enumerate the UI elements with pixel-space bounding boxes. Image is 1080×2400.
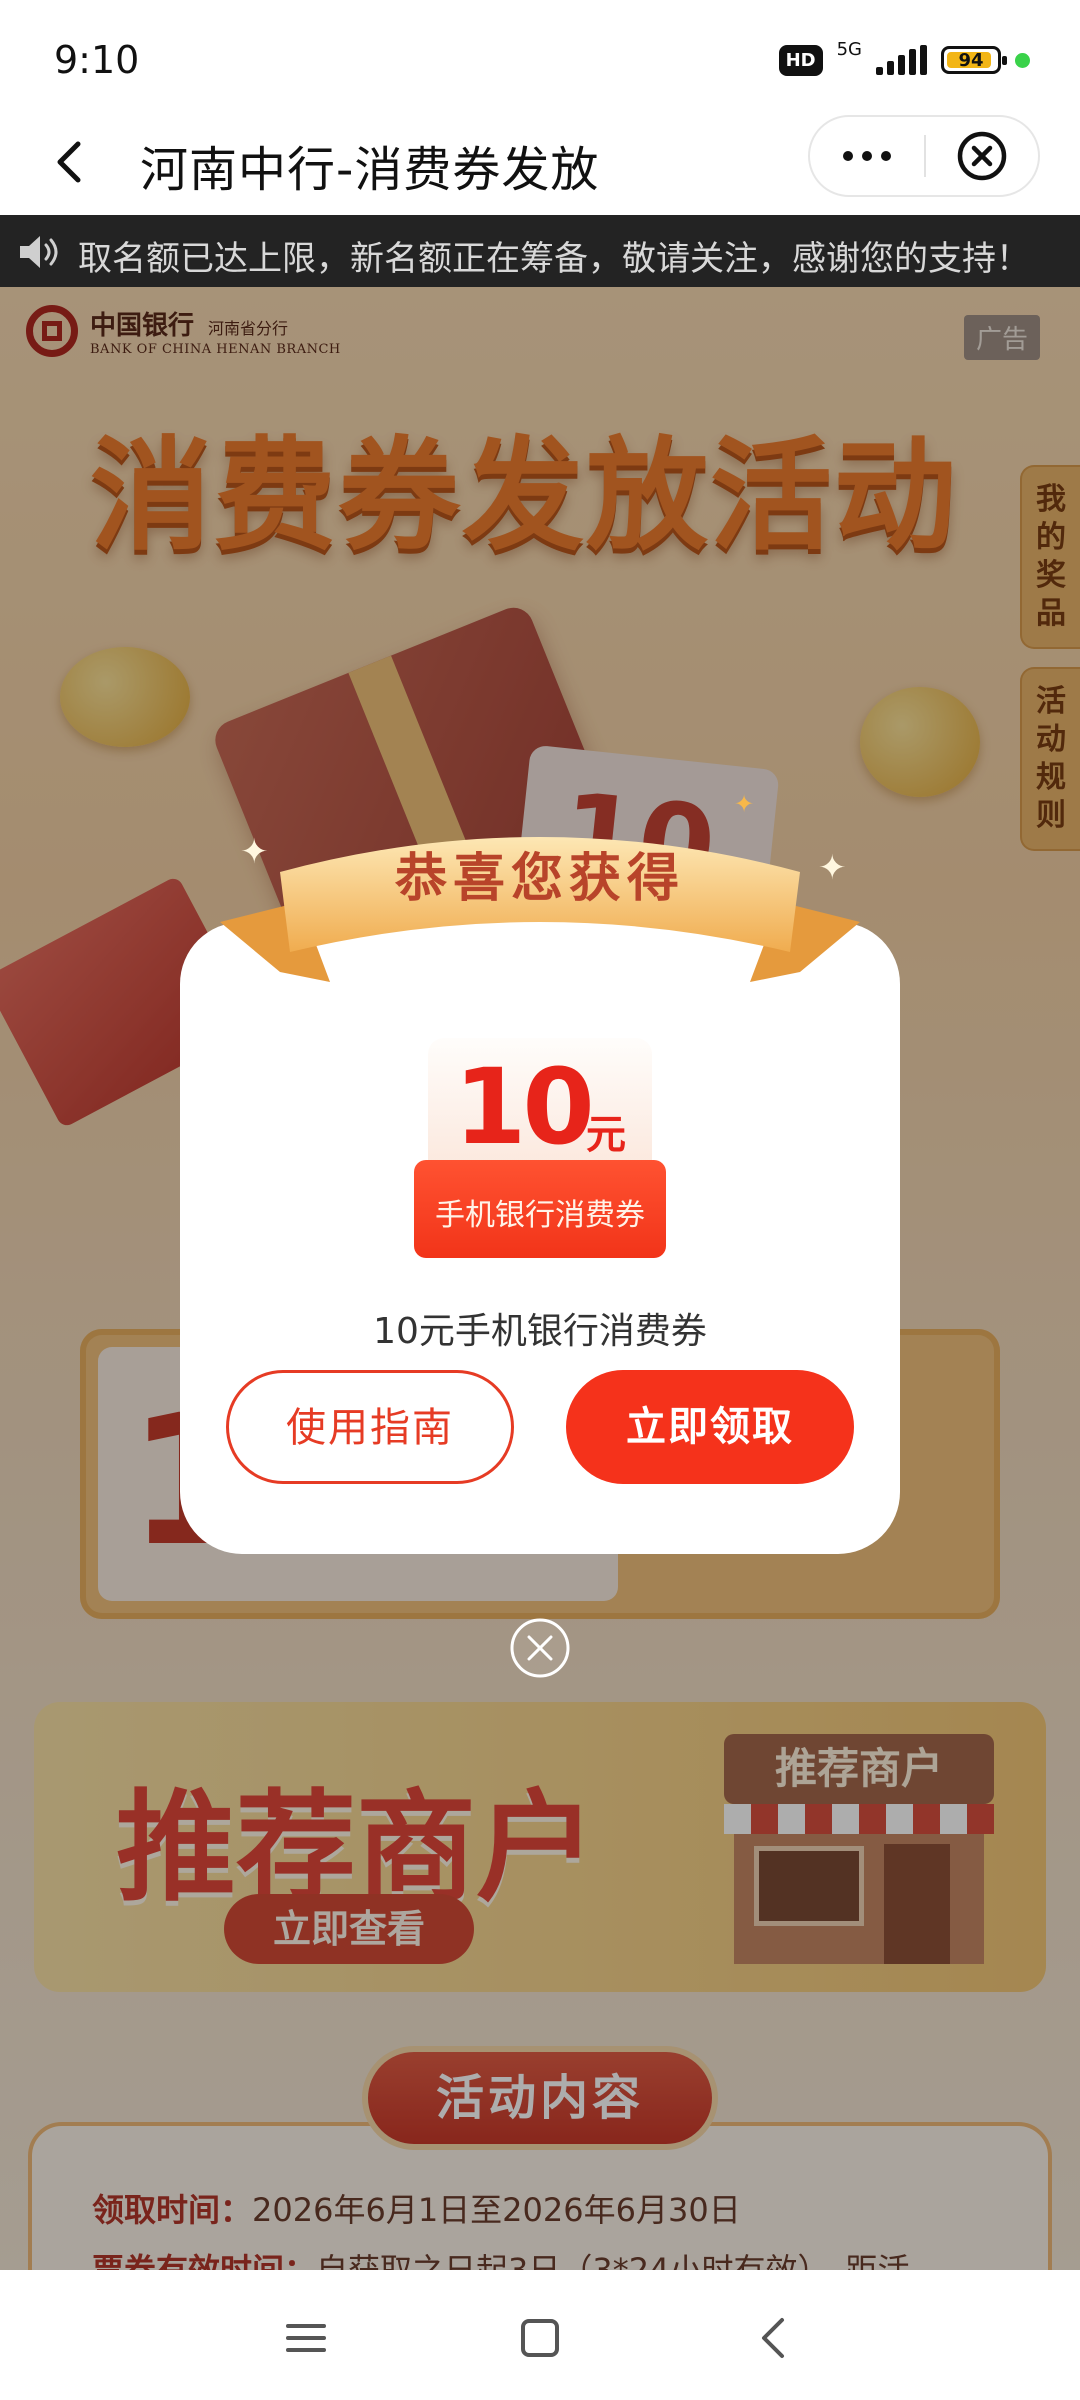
back-arrow-icon[interactable] [40,132,100,192]
usage-guide-button[interactable]: 使用指南 [226,1370,514,1484]
status-bar: 9:10 HD 5G 94 [0,0,1080,110]
coupon-label: 手机银行消费券 [435,1198,645,1233]
more-icon[interactable] [810,151,924,161]
speaker-icon [20,236,58,268]
system-nav-bar [0,2270,1080,2400]
home-icon[interactable] [510,2308,570,2368]
back-nav-icon[interactable] [744,2308,804,2368]
coupon-amount: 10 [454,1046,595,1168]
signal-icon [876,45,927,75]
coupon-unit: 元 [586,1112,626,1158]
close-program-button[interactable] [926,129,1038,183]
mini-program-capsule [808,115,1040,197]
close-circle-icon [957,131,1007,181]
menu-icon[interactable] [276,2308,336,2368]
sparkle-icon: ✦ [734,790,755,818]
claim-now-button[interactable]: 立即领取 [566,1370,854,1484]
notice-text: 取名额已达上限，新名额正在筹备，敬请关注，感谢您的支持！ [78,239,1030,279]
battery-level: 94 [958,49,984,71]
sparkle-icon: ✦ [818,848,847,888]
notice-bar: 取名额已达上限，新名额正在筹备，敬请关注，感谢您的支持！ [0,215,1080,287]
coupon-image: 10 元 手机银行消费券 [414,1038,666,1258]
status-icons: HD 5G 94 [778,39,1030,80]
page-title: 河南中行-消费券发放 [140,142,600,198]
sparkle-icon: ✦ [240,832,269,872]
nav-bar: 河南中行-消费券发放 [0,110,1080,215]
dialog-close-icon[interactable] [508,1616,572,1680]
prize-name: 10元手机银行消费券 [373,1311,707,1352]
congrats-text: 恭喜您获得 [394,849,685,909]
status-time: 9:10 [54,38,140,82]
privacy-dot-icon [1015,52,1030,68]
battery-icon: 94 [941,46,1007,74]
network-type: 5G [836,39,862,60]
hd-badge: HD [778,44,823,76]
